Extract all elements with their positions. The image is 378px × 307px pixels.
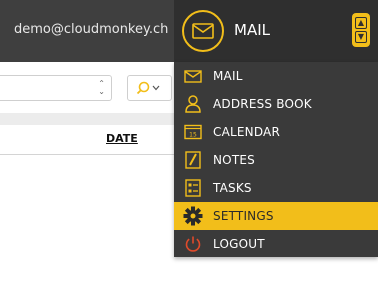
app-menu: MAIL ADDRESS BOOK 15 CALENDAR NOTES TASK…	[174, 62, 378, 257]
app-switcher[interactable]: MAIL ▲ ▼	[174, 0, 378, 62]
top-bar: demo@cloudmonkey.ch MAIL ▲ ▼	[0, 0, 378, 62]
gear-icon	[183, 206, 203, 226]
svg-text:15: 15	[189, 132, 197, 139]
envelope-icon	[183, 66, 203, 86]
power-icon	[183, 234, 203, 254]
select-arrows-icon: ⌃ ⌄	[98, 79, 105, 96]
date-column-header[interactable]: DATE	[106, 132, 138, 145]
menu-item-calendar[interactable]: 15 CALENDAR	[174, 118, 378, 146]
calendar-icon: 15	[183, 122, 203, 142]
menu-item-address-book[interactable]: ADDRESS BOOK	[174, 90, 378, 118]
envelope-icon	[192, 23, 214, 39]
menu-item-settings[interactable]: SETTINGS	[174, 202, 378, 230]
folder-select[interactable]: ⌃ ⌄	[0, 75, 112, 101]
notes-icon	[183, 150, 203, 170]
menu-item-label: LOGOUT	[213, 237, 265, 251]
user-email[interactable]: demo@cloudmonkey.ch	[14, 22, 168, 37]
menu-item-label: TASKS	[213, 181, 252, 195]
menu-item-label: MAIL	[213, 69, 243, 83]
chevron-up-icon: ▲	[355, 17, 367, 29]
menu-item-label: CALENDAR	[213, 125, 281, 139]
menu-item-label: SETTINGS	[213, 209, 274, 223]
menu-item-notes[interactable]: NOTES	[174, 146, 378, 174]
toolbar-strip	[0, 113, 174, 125]
mail-app-icon[interactable]	[182, 10, 224, 52]
chevron-down-icon	[152, 85, 160, 91]
menu-item-label: ADDRESS BOOK	[213, 97, 312, 111]
menu-item-tasks[interactable]: TASKS	[174, 174, 378, 202]
search-icon	[136, 81, 150, 95]
current-app-title: MAIL	[234, 21, 270, 39]
search-button[interactable]	[127, 75, 172, 101]
menu-item-label: NOTES	[213, 153, 255, 167]
chevron-down-icon: ▼	[355, 31, 367, 43]
app-menu-toggle[interactable]: ▲ ▼	[352, 13, 370, 47]
table-header: DATE	[0, 125, 174, 155]
person-icon	[183, 94, 203, 114]
tasks-icon	[183, 178, 203, 198]
menu-item-mail[interactable]: MAIL	[174, 62, 378, 90]
menu-item-logout[interactable]: LOGOUT	[174, 230, 378, 258]
